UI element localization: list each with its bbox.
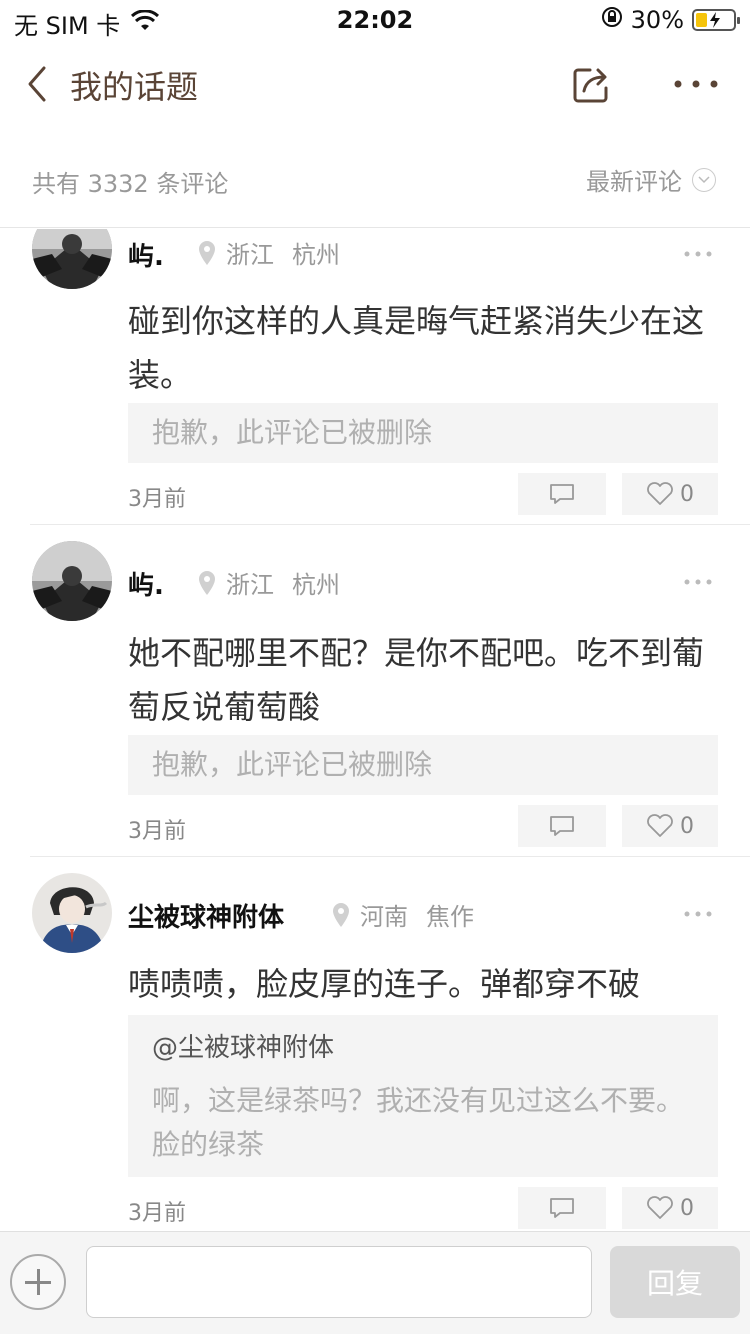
quoted-comment: @尘被球神附体 啊，这是绿茶吗？我还没有见过这么不要。脸的绿茶 — [128, 1015, 718, 1177]
battery-percent: 30% — [630, 6, 684, 34]
reply-button[interactable] — [518, 1187, 606, 1229]
comment-text: 啧啧啧，脸皮厚的连子。弹都穿不破 — [128, 965, 641, 1003]
status-bar: 无 SIM 卡 22:02 30% — [0, 0, 750, 40]
like-count: 0 — [680, 813, 694, 839]
nav-bar: 我的话题 — [0, 40, 750, 128]
quoted-author[interactable]: @尘被球神附体 — [152, 1015, 694, 1065]
username[interactable]: 屿. — [128, 565, 164, 602]
avatar[interactable] — [32, 873, 112, 953]
comment-more-icon[interactable] — [684, 244, 714, 257]
location-pin-icon — [333, 902, 349, 927]
comment-bubble-icon — [550, 1198, 574, 1218]
deleted-notice: 抱歉，此评论已被删除 — [152, 416, 433, 449]
like-button[interactable]: 0 — [622, 805, 718, 847]
comment-time: 3月前 — [128, 1201, 186, 1226]
username[interactable]: 尘被球神附体 — [128, 897, 284, 934]
username[interactable]: 屿. — [128, 236, 164, 273]
quoted-text: 啊，这是绿茶吗？我还没有见过这么不要。脸的绿茶 — [152, 1084, 685, 1161]
sort-dropdown[interactable]: 最新评论 — [586, 162, 716, 197]
reply-input[interactable] — [86, 1246, 592, 1318]
battery-fill — [696, 13, 707, 27]
comment-item: 尘被球神附体 河南 焦作 啧啧啧，脸皮厚的连子。弹都穿不破 @尘被球神附体 啊，… — [0, 857, 750, 1231]
comment-item: 屿. 浙江 杭州 她不配哪里不配？是你不配吧。吃不到葡萄反说葡萄酸 抱歉，此评论… — [0, 525, 750, 857]
status-right: 30% — [601, 6, 740, 34]
province: 浙江 — [226, 241, 274, 269]
deleted-notice: 抱歉，此评论已被删除 — [152, 748, 433, 781]
comment-bubble-icon — [550, 484, 574, 504]
heart-icon — [647, 482, 673, 505]
province: 河南 — [360, 903, 408, 931]
province: 浙江 — [226, 571, 274, 599]
like-button[interactable]: 0 — [622, 473, 718, 515]
sort-label: 最新评论 — [586, 168, 682, 196]
reply-button[interactable] — [518, 805, 606, 847]
location-pin-icon — [199, 570, 215, 595]
comment-item: 屿. 浙江 杭州 碰到你这样的人真是晦气赶紧消失少在这装。 抱歉，此评论已被删除… — [0, 229, 750, 525]
like-count: 0 — [680, 1195, 694, 1221]
location-pin-icon — [199, 240, 215, 265]
share-icon[interactable] — [572, 64, 612, 104]
reply-bar: 回复 — [0, 1231, 750, 1334]
comment-text: 碰到你这样的人真是晦气赶紧消失少在这装。 — [128, 302, 705, 394]
comment-text: 她不配哪里不配？是你不配吧。吃不到葡萄反说葡萄酸 — [128, 634, 705, 726]
location: 浙江 杭州 — [198, 565, 340, 600]
more-icon[interactable] — [672, 66, 720, 102]
city: 杭州 — [292, 571, 340, 599]
location: 河南 焦作 — [332, 897, 474, 932]
city: 杭州 — [292, 241, 340, 269]
comment-time: 3月前 — [128, 487, 186, 512]
send-reply-button[interactable]: 回复 — [610, 1246, 740, 1318]
comment-count: 共有 3332 条评论 — [32, 170, 229, 198]
avatar[interactable] — [32, 229, 112, 289]
like-button[interactable]: 0 — [622, 1187, 718, 1229]
comment-list: 屿. 浙江 杭州 碰到你这样的人真是晦气赶紧消失少在这装。 抱歉，此评论已被删除… — [0, 229, 750, 1231]
location: 浙江 杭州 — [198, 235, 340, 270]
quoted-comment: 抱歉，此评论已被删除 — [128, 735, 718, 795]
page-title: 我的话题 — [70, 68, 199, 106]
reply-button[interactable] — [518, 473, 606, 515]
orientation-lock-icon — [601, 6, 623, 34]
add-attachment-button[interactable] — [10, 1254, 66, 1310]
battery-charging-icon — [692, 9, 740, 31]
heart-icon — [647, 1196, 673, 1219]
quoted-comment: 抱歉，此评论已被删除 — [128, 403, 718, 463]
like-count: 0 — [680, 481, 694, 507]
chevron-down-icon — [692, 167, 716, 192]
back-icon[interactable] — [24, 62, 54, 106]
avatar[interactable] — [32, 541, 112, 621]
heart-icon — [647, 814, 673, 837]
comment-bubble-icon — [550, 816, 574, 836]
comment-more-icon[interactable] — [684, 572, 714, 585]
comment-time: 3月前 — [128, 819, 186, 844]
comment-more-icon[interactable] — [684, 904, 714, 917]
comments-header: 共有 3332 条评论 最新评论 — [0, 128, 750, 228]
city: 焦作 — [426, 903, 474, 931]
